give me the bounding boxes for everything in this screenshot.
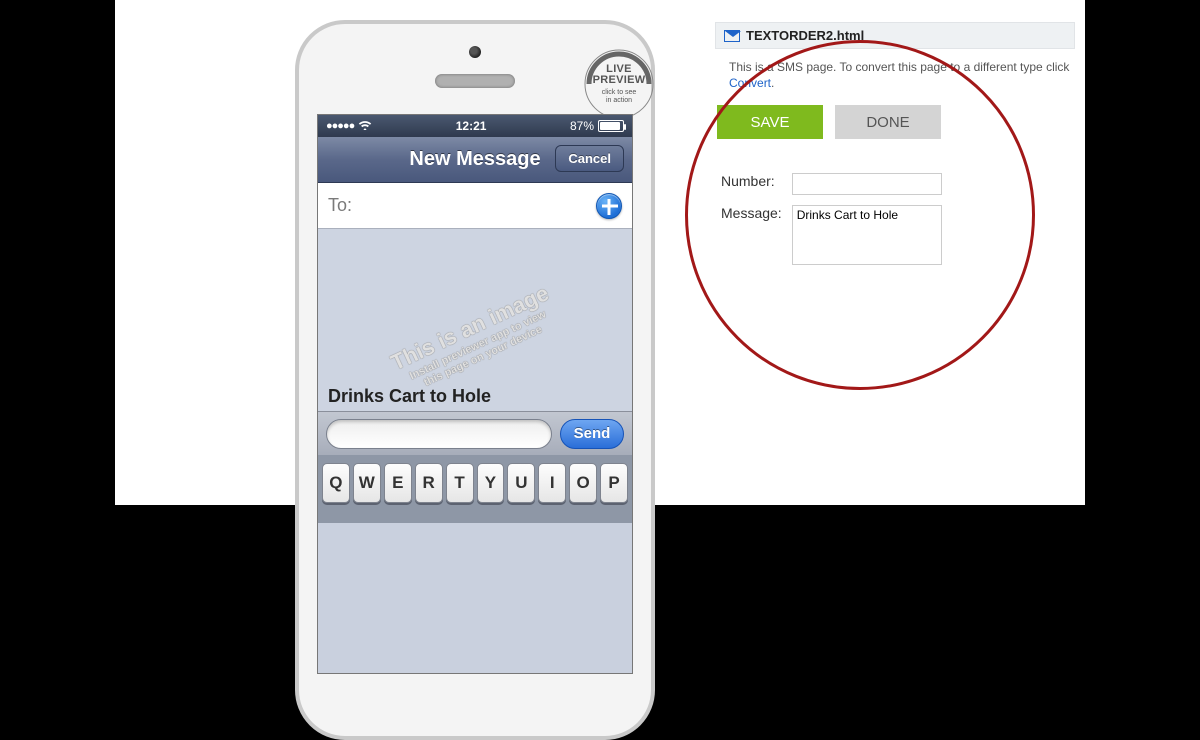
send-button[interactable]: Send xyxy=(560,419,624,449)
key-w[interactable]: W xyxy=(353,463,381,503)
message-area: Drinks Cart to Hole xyxy=(318,229,632,411)
done-button[interactable]: DONE xyxy=(835,105,941,139)
live-preview-badge[interactable]: LIVEPREVIEW click to see in action xyxy=(579,44,659,124)
compose-bar: Send xyxy=(318,411,632,455)
key-e[interactable]: E xyxy=(384,463,412,503)
convert-link[interactable]: Convert xyxy=(729,76,771,90)
status-bar: ●●●●● 12:21 87% xyxy=(318,115,632,137)
key-r[interactable]: R xyxy=(415,463,443,503)
wifi-icon xyxy=(358,119,372,133)
status-time: 12:21 xyxy=(456,119,487,133)
phone-screen: ●●●●● 12:21 87% New Message Cancel To: xyxy=(317,114,633,674)
hint-prefix: This is a SMS page. To convert this page… xyxy=(729,60,1069,74)
filename-label: TEXTORDER2.html xyxy=(746,28,864,43)
battery-pct: 87% xyxy=(570,119,594,133)
phone-camera-icon xyxy=(469,46,481,58)
message-textarea[interactable] xyxy=(792,205,942,265)
to-label: To: xyxy=(328,195,352,216)
mail-icon xyxy=(724,30,740,42)
live-badge-line1: LIVE xyxy=(606,63,632,75)
editor-panel: TEXTORDER2.html This is a SMS page. To c… xyxy=(715,22,1075,274)
battery-icon xyxy=(598,120,624,132)
nav-bar: New Message Cancel xyxy=(318,137,632,183)
keyboard-row: QWERTYUIOP xyxy=(318,455,632,523)
page-type-hint: This is a SMS page. To convert this page… xyxy=(715,49,1075,105)
number-label: Number: xyxy=(717,169,786,199)
file-row[interactable]: TEXTORDER2.html xyxy=(715,22,1075,49)
phone-mockup: LIVEPREVIEW click to see in action ●●●●●… xyxy=(295,20,655,740)
key-q[interactable]: Q xyxy=(322,463,350,503)
live-badge-sub: click to see in action xyxy=(602,89,637,104)
phone-speaker-icon xyxy=(435,74,515,88)
key-i[interactable]: I xyxy=(538,463,566,503)
composed-message-text: Drinks Cart to Hole xyxy=(328,386,491,407)
key-y[interactable]: Y xyxy=(477,463,505,503)
to-field-row[interactable]: To: xyxy=(318,183,632,229)
key-u[interactable]: U xyxy=(507,463,535,503)
save-button[interactable]: SAVE xyxy=(717,105,823,139)
hint-suffix: . xyxy=(771,76,774,90)
number-input[interactable] xyxy=(792,173,942,195)
key-p[interactable]: P xyxy=(600,463,628,503)
signal-icon: ●●●●● xyxy=(326,120,354,132)
key-o[interactable]: O xyxy=(569,463,597,503)
compose-input[interactable] xyxy=(326,419,552,449)
message-label: Message: xyxy=(717,201,786,272)
live-badge-line2: PREVIEW xyxy=(593,74,646,86)
cancel-button[interactable]: Cancel xyxy=(555,145,624,172)
key-t[interactable]: T xyxy=(446,463,474,503)
add-recipient-icon[interactable] xyxy=(596,193,622,219)
nav-title: New Message xyxy=(409,148,540,171)
